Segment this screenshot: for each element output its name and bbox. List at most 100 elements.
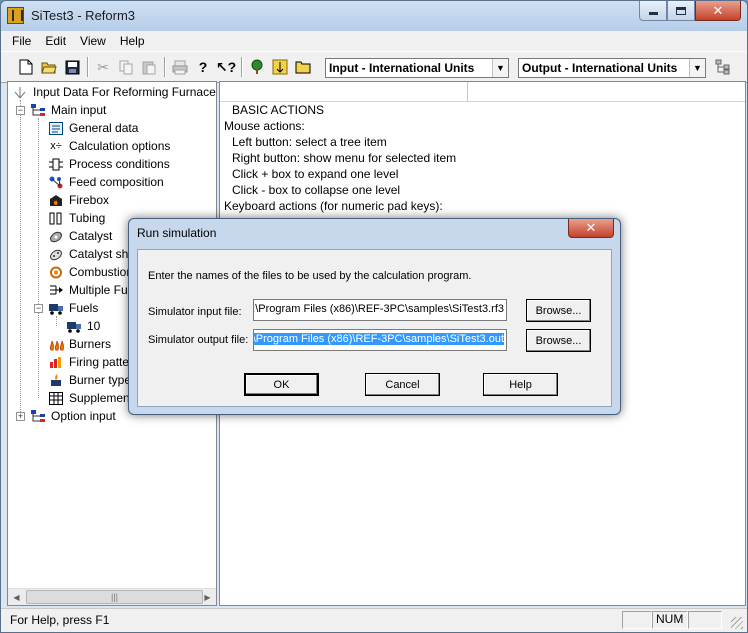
supplementary-icon [48,391,64,405]
column-header-1[interactable] [220,82,468,102]
menu-edit[interactable]: Edit [38,34,73,48]
close-button[interactable]: ✕ [695,1,741,21]
help-line: Right button: show menu for selected ite… [232,151,457,165]
ok-button[interactable]: OK [244,373,319,396]
output-units-select[interactable]: Output - International Units ▼ [518,58,706,78]
dialog-instruction: Enter the names of the files to be used … [148,270,472,282]
fuel-truck-icon [48,301,64,315]
browse-output-button[interactable]: Browse... [526,329,591,352]
help-line: Click - box to collapse one level [232,183,401,197]
burners-icon [48,337,64,351]
resize-grip[interactable] [731,617,743,629]
help-button[interactable]: Help [483,373,558,396]
input-file-label: Simulator input file: [148,306,242,318]
help-line: Left button: select a tree item [232,135,387,149]
collapse-fuels[interactable]: − [34,304,43,313]
open-file-button[interactable] [38,56,60,78]
catalyst-shape-icon [48,247,64,261]
tree-horizontal-scrollbar[interactable]: ◀ ||| ▶ [8,588,216,605]
save-icon [65,60,79,74]
tree-catalyst[interactable]: Catalyst [48,227,112,245]
fuel-truck-icon [66,319,82,333]
status-text: For Help, press F1 [10,613,110,627]
cancel-button[interactable]: Cancel [365,373,440,396]
tree-feed-composition[interactable]: Feed composition [48,173,164,191]
simulator-output-file-field[interactable]: C:\Program Files (x86)\REF-3PC\samples\S… [253,329,507,351]
paste-button[interactable] [138,56,160,78]
folder-icon [295,61,311,74]
dialog-title: Run simulation [137,226,217,240]
tree-multiple-fuels[interactable]: Multiple Fu [48,281,128,299]
simulator-input-file-field[interactable]: C:\Program Files (x86)\REF-3PC\samples\S… [253,299,507,321]
collapse-main-input[interactable]: − [16,106,25,115]
hierarchy-icon [30,103,46,117]
chevron-down-icon[interactable]: ▼ [689,59,705,77]
open-folder-icon [41,62,57,74]
process-icon [48,157,64,171]
folder-view-button[interactable] [292,56,314,78]
toolbar: ✂ ? ↖? Input - International Units ▼ Out… [1,51,747,83]
help-about-button[interactable]: ? [192,56,214,78]
status-bar: For Help, press F1 NUM [1,608,747,632]
tree-firing-pattern[interactable]: Firing patte [48,353,129,371]
tree-process-conditions[interactable]: Process conditions [48,155,170,173]
tree-burners[interactable]: Burners [48,335,111,353]
chevron-down-icon[interactable]: ▼ [492,59,508,77]
new-file-button[interactable] [15,56,37,78]
help-line: Mouse actions: [224,119,305,133]
scissors-icon: ✂ [97,58,109,75]
tree-combustion[interactable]: Combustion [48,263,133,281]
tree-calculation-options[interactable]: x÷ Calculation options [48,137,170,155]
minimize-button[interactable] [639,1,667,21]
tree-burner-type[interactable]: Burner type [48,371,131,389]
input-units-select[interactable]: Input - International Units ▼ [325,58,509,78]
tree-supplementary[interactable]: Supplemen [48,389,130,407]
minimize-icon [648,12,658,15]
maximize-button[interactable] [667,1,695,21]
browse-input-button[interactable]: Browse... [526,299,591,322]
run-tree-button[interactable] [246,56,268,78]
question-mark-icon: ? [198,59,208,75]
tree-general-data[interactable]: General data [48,119,138,137]
tree-tubing[interactable]: Tubing [48,209,105,227]
menu-help[interactable]: Help [113,34,152,48]
close-icon: ✕ [712,2,724,18]
tree-layout-button[interactable] [712,56,734,78]
printer-icon [172,60,188,74]
catalyst-icon [48,229,64,243]
help-heading: BASIC ACTIONS [232,103,325,117]
tree-fuel-10[interactable]: 10 [66,317,100,335]
menu-bar: File Edit View Help [1,31,747,51]
context-help-button[interactable]: ↖? [215,56,237,78]
copy-icon [119,60,132,74]
menu-file[interactable]: File [5,34,38,48]
tree-firebox[interactable]: Firebox [48,191,109,209]
scroll-left-icon[interactable]: ◀ [8,589,25,605]
status-panel-scroll [688,611,722,629]
scroll-right-icon[interactable]: ▶ [199,589,216,605]
tree-option-input[interactable]: Option input [30,407,116,425]
expand-option-input[interactable]: + [16,412,25,421]
calculation-icon: x÷ [50,140,62,152]
context-help-icon: ↖? [215,58,237,75]
menu-view[interactable]: View [73,34,113,48]
caption-buttons: ✕ [639,1,741,21]
input-data-icon [12,85,28,99]
run-simulation-button[interactable] [269,56,291,78]
tree-root[interactable]: Input Data For Reforming Furnace [12,83,216,101]
status-panel-caps [622,611,652,629]
copy-button[interactable] [115,56,137,78]
tree-fuels[interactable]: Fuels [48,299,98,317]
scrollbar-thumb[interactable]: ||| [26,590,203,604]
dialog-close-button[interactable]: ✕ [568,219,614,238]
tree-main-input[interactable]: Main input [30,101,106,119]
save-button[interactable] [61,56,83,78]
app-icon[interactable] [7,7,24,24]
help-line: Keyboard actions (for numeric pad keys): [224,199,443,213]
tree-catalyst-shape[interactable]: Catalyst sha [48,245,135,263]
print-button[interactable] [169,56,191,78]
tubing-icon [48,211,64,225]
firebox-icon [48,193,64,207]
cut-button[interactable]: ✂ [92,56,114,78]
title-bar[interactable]: SiTest3 - Reform3 ✕ [1,1,747,31]
